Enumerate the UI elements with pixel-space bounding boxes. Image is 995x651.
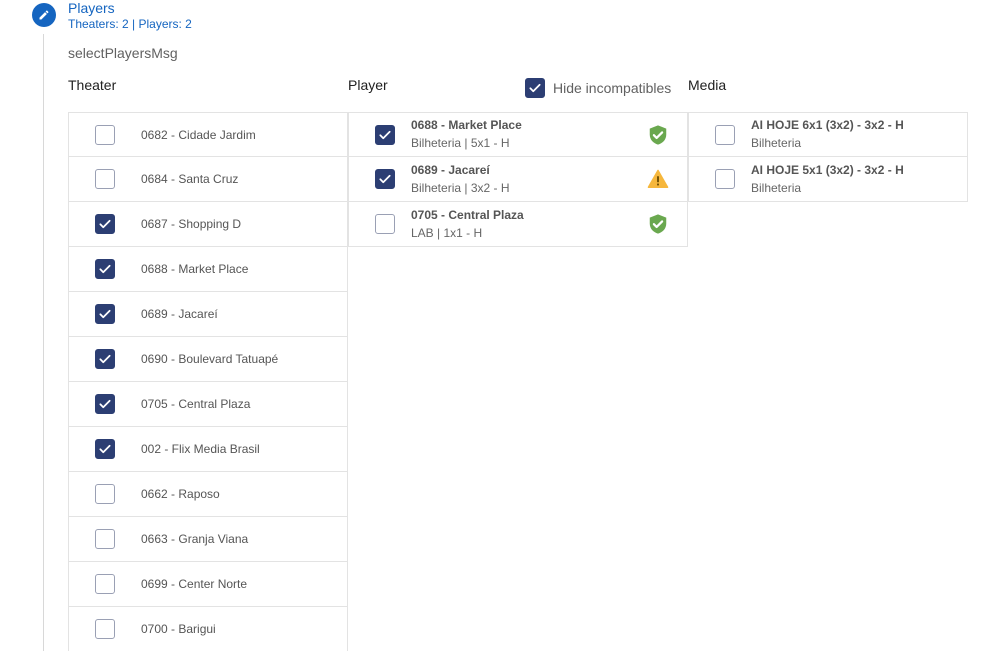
theater-row[interactable]: 0690 - Boulevard Tatuapé <box>68 337 348 382</box>
theater-row[interactable]: 0684 - Santa Cruz <box>68 157 348 202</box>
theater-name: 0705 - Central Plaza <box>141 397 251 411</box>
media-row[interactable]: AI HOJE 5x1 (3x2) - 3x2 - H Bilheteria <box>688 157 968 202</box>
player-row[interactable]: 0705 - Central Plaza LAB | 1x1 - H <box>348 202 688 247</box>
media-list: AI HOJE 6x1 (3x2) - 3x2 - H Bilheteria AI … <box>688 112 968 203</box>
player-name: 0689 - Jacareí <box>411 162 490 177</box>
theater-checkbox[interactable] <box>95 349 115 369</box>
step-connector-line <box>43 34 44 651</box>
select-players-message: selectPlayersMsg <box>68 45 178 61</box>
media-checkbox[interactable] <box>715 124 735 145</box>
theater-checkbox[interactable] <box>95 529 115 549</box>
theater-row[interactable]: 0700 - Barigui <box>68 607 348 651</box>
player-list: 0688 - Market Place Bilheteria | 5x1 - H0… <box>348 112 688 248</box>
theater-name: 0684 - Santa Cruz <box>141 172 239 186</box>
theater-checkbox[interactable] <box>95 169 115 189</box>
player-detail: LAB | 1x1 - H <box>411 225 483 240</box>
theater-checkbox[interactable] <box>95 214 115 234</box>
theater-name: 0700 - Barigui <box>141 622 216 636</box>
player-name: 0688 - Market Place <box>411 118 522 132</box>
theater-row[interactable]: 0687 - Shopping D <box>68 202 348 247</box>
player-detail: Bilheteria | 3x2 - H <box>411 180 510 195</box>
player-detail: Bilheteria | 5x1 - H <box>411 136 510 150</box>
theater-name: 0687 - Shopping D <box>141 217 242 231</box>
theater-row[interactable]: 002 - Flix Media Brasil <box>68 427 348 472</box>
theater-name: 0699 - Center Norte <box>141 577 248 591</box>
theater-name: 0663 - Granja Viana <box>141 532 249 546</box>
theater-row[interactable]: 0688 - Market Place <box>68 247 348 292</box>
shield-check-icon <box>647 124 669 146</box>
theater-checkbox[interactable] <box>95 259 115 279</box>
media-checkbox[interactable] <box>715 169 735 189</box>
theater-name: 0690 - Boulevard Tatuapé <box>141 352 279 366</box>
theater-name: 002 - Flix Media Brasil <box>141 442 260 456</box>
theater-checkbox[interactable] <box>95 574 115 594</box>
theater-row[interactable]: 0689 - Jacareí <box>68 292 348 337</box>
player-name: 0705 - Central Plaza <box>411 207 524 222</box>
theater-checkbox[interactable] <box>95 439 115 459</box>
theater-checkbox[interactable] <box>95 394 115 414</box>
theater-checkbox[interactable] <box>95 619 115 639</box>
theater-column-header: Theater <box>68 77 117 93</box>
player-checkbox[interactable] <box>375 169 395 189</box>
player-row[interactable]: 0689 - Jacareí Bilheteria | 3x2 - H <box>348 157 688 202</box>
theater-name: 0688 - Market Place <box>141 262 249 276</box>
player-checkbox[interactable] <box>375 214 395 234</box>
hide-incompatibles-checkbox[interactable] <box>525 78 545 98</box>
theater-row[interactable]: 0699 - Center Norte <box>68 562 348 607</box>
player-column-header: Player <box>348 77 388 93</box>
media-info: AI HOJE 5x1 (3x2) - 3x2 - H Bilheteria <box>751 162 904 197</box>
pencil-icon[interactable] <box>32 3 56 27</box>
theater-row[interactable]: 0682 - Cidade Jardim <box>68 112 348 157</box>
player-info: 0705 - Central Plaza LAB | 1x1 - H <box>411 207 524 242</box>
player-info: 0689 - Jacareí Bilheteria | 3x2 - H <box>411 162 510 197</box>
theater-name: 0682 - Cidade Jardim <box>141 127 256 142</box>
player-info: 0688 - Market Place Bilheteria | 5x1 - H <box>411 117 522 152</box>
theater-checkbox[interactable] <box>95 124 115 145</box>
theater-row[interactable]: 0663 - Granja Viana <box>68 517 348 562</box>
theater-name: 0662 - Raposo <box>141 487 220 501</box>
media-row[interactable]: AI HOJE 6x1 (3x2) - 3x2 - H Bilheteria <box>688 112 968 157</box>
media-column-header: Media <box>688 77 727 93</box>
theater-checkbox[interactable] <box>95 484 115 504</box>
media-detail: Bilheteria <box>751 180 802 195</box>
media-detail: Bilheteria <box>751 136 802 150</box>
theater-checkbox[interactable] <box>95 304 115 324</box>
player-checkbox[interactable] <box>375 124 395 145</box>
media-name: AI HOJE 6x1 (3x2) - 3x2 - H <box>751 118 904 132</box>
hide-incompatibles-label: Hide incompatibles <box>553 80 672 96</box>
media-info: AI HOJE 6x1 (3x2) - 3x2 - H Bilheteria <box>751 117 904 152</box>
theater-row[interactable]: 0662 - Raposo <box>68 472 348 517</box>
theater-row[interactable]: 0705 - Central Plaza <box>68 382 348 427</box>
shield-check-icon <box>647 213 669 235</box>
theater-name: 0689 - Jacareí <box>141 307 218 321</box>
theater-list: 0682 - Cidade Jardim 0684 - Santa Cruz 068… <box>68 112 348 651</box>
hide-incompatibles-toggle[interactable]: Hide incompatibles <box>525 78 671 98</box>
player-row[interactable]: 0688 - Market Place Bilheteria | 5x1 - H <box>348 112 688 157</box>
step-subtitle: Theaters: 2 | Players: 2 <box>68 17 192 31</box>
media-name: AI HOJE 5x1 (3x2) - 3x2 - H <box>751 162 904 177</box>
step-title: Players <box>68 0 115 16</box>
warning-icon <box>647 168 669 190</box>
